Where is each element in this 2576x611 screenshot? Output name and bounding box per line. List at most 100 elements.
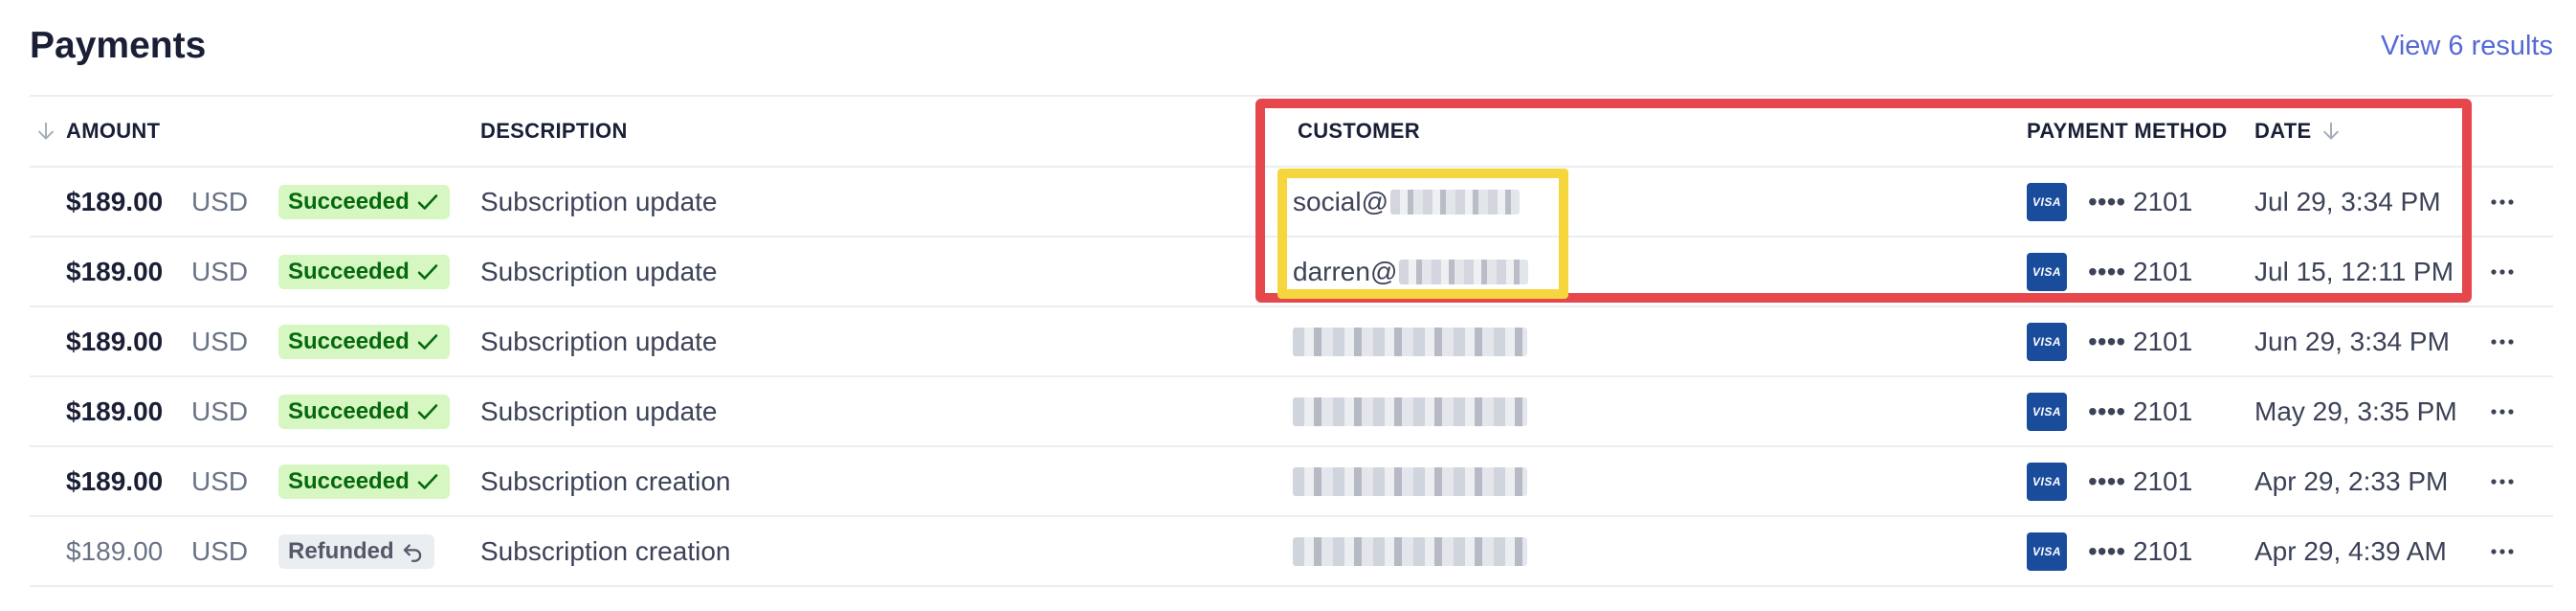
row-menu-button[interactable] (2487, 377, 2518, 445)
card-last4: •••• 2101 (2088, 396, 2193, 426)
customer-email: darren@ (1293, 256, 1398, 286)
status-label: Refunded (288, 537, 394, 564)
date-text: Jul 15, 12:11 PM (2254, 256, 2454, 286)
row-menu-button[interactable] (2487, 238, 2518, 306)
status-badge[interactable]: Succeeded (278, 394, 450, 429)
amount-value: $189.00 (66, 465, 164, 496)
more-horizontal-icon (2491, 268, 2514, 275)
redacted-customer (1293, 327, 1527, 356)
status-label: Succeeded (288, 258, 410, 284)
column-header-customer-label: CUSTOMER (1298, 119, 1420, 143)
payment-method-cell: VISA •••• 2101 (2027, 307, 2192, 375)
visa-card-icon: VISA (2027, 462, 2067, 501)
arrow-down-icon (2323, 122, 2340, 140)
customer-cell[interactable] (1293, 377, 1527, 445)
column-header-description-label: DESCRIPTION (480, 119, 628, 143)
date-text: Jul 29, 3:34 PM (2254, 186, 2441, 216)
currency-code: USD (191, 396, 249, 426)
column-header-customer[interactable]: CUSTOMER (1298, 97, 1420, 166)
customer-email: social@ (1293, 186, 1389, 216)
column-header-payment-method-label: PAYMENT METHOD (2027, 119, 2228, 143)
date-text: Jun 29, 3:34 PM (2254, 326, 2450, 356)
view-results-link[interactable]: View 6 results (2381, 29, 2553, 63)
column-header-payment-method[interactable]: PAYMENT METHOD (2027, 97, 2228, 166)
more-horizontal-icon (2491, 408, 2514, 415)
card-last4: •••• 2101 (2088, 535, 2193, 566)
arrow-down-icon (38, 122, 54, 140)
payment-method-cell: VISA •••• 2101 (2027, 517, 2192, 585)
customer-cell[interactable] (1293, 307, 1527, 375)
redacted-email-domain (1390, 189, 1521, 215)
page-title: Payments (30, 25, 207, 66)
column-header-description[interactable]: DESCRIPTION (480, 97, 628, 166)
customer-cell[interactable] (1293, 447, 1527, 515)
row-menu-button[interactable] (2487, 168, 2518, 236)
more-horizontal-icon (2491, 548, 2514, 554)
description-text: Subscription creation (480, 465, 731, 496)
table-row[interactable]: $189.00 USD Succeeded Subscription updat… (30, 168, 2553, 238)
table-row[interactable]: $189.00 USD Refunded Subscription creati… (30, 517, 2553, 587)
row-menu-button[interactable] (2487, 447, 2518, 515)
status-label: Succeeded (288, 188, 410, 215)
redacted-email-domain (1399, 259, 1529, 284)
check-icon (417, 263, 437, 280)
currency-code: USD (191, 186, 249, 216)
more-horizontal-icon (2491, 478, 2514, 485)
check-icon (417, 473, 437, 489)
visa-card-icon: VISA (2027, 392, 2067, 431)
customer-cell[interactable]: darren@ (1293, 238, 1529, 306)
description-text: Subscription update (480, 256, 718, 286)
card-last4: •••• 2101 (2088, 186, 2193, 216)
table-row[interactable]: $189.00 USD Succeeded Subscription updat… (30, 307, 2553, 377)
amount-value: $189.00 (66, 326, 164, 356)
status-badge[interactable]: Succeeded (278, 324, 450, 359)
table-row[interactable]: $189.00 USD Succeeded Subscription creat… (30, 447, 2553, 517)
date-text: Apr 29, 2:33 PM (2254, 465, 2449, 496)
card-last4: •••• 2101 (2088, 465, 2193, 496)
column-header-date[interactable]: DATE (2254, 97, 2342, 166)
currency-code: USD (191, 256, 249, 286)
amount-value: $189.00 (66, 256, 164, 286)
currency-code: USD (191, 465, 249, 496)
status-badge[interactable]: Succeeded (278, 254, 450, 289)
status-cell: Succeeded (278, 447, 450, 515)
customer-cell[interactable] (1293, 517, 1527, 585)
table-row[interactable]: $189.00 USD Succeeded Subscription updat… (30, 377, 2553, 447)
table-row[interactable]: $189.00 USD Succeeded Subscription updat… (30, 238, 2553, 307)
description-text: Subscription update (480, 396, 718, 426)
status-badge[interactable]: Succeeded (278, 184, 450, 219)
card-last4: •••• 2101 (2088, 326, 2193, 356)
more-horizontal-icon (2491, 338, 2514, 345)
status-cell: Succeeded (278, 377, 450, 445)
amount-value: $189.00 (66, 396, 164, 426)
redacted-customer (1293, 396, 1527, 426)
check-icon (417, 403, 437, 419)
status-badge[interactable]: Refunded (278, 533, 434, 569)
description-text: Subscription creation (480, 535, 731, 566)
check-icon (417, 193, 437, 210)
undo-arrow-icon (403, 543, 421, 562)
column-header-amount[interactable]: AMOUNT (35, 97, 160, 166)
currency-code: USD (191, 535, 249, 566)
payments-table: AMOUNT DESCRIPTION CUSTOMER PAYMENT METH… (30, 97, 2553, 587)
status-label: Succeeded (288, 467, 410, 494)
amount-value: $189.00 (66, 535, 164, 566)
date-text: Apr 29, 4:39 AM (2254, 535, 2447, 566)
visa-card-icon: VISA (2027, 182, 2067, 221)
more-horizontal-icon (2491, 198, 2514, 205)
visa-card-icon: VISA (2027, 532, 2067, 571)
payment-method-cell: VISA •••• 2101 (2027, 447, 2192, 515)
visa-card-icon: VISA (2027, 322, 2067, 361)
customer-cell[interactable]: social@ (1293, 168, 1521, 236)
date-text: May 29, 3:35 PM (2254, 396, 2457, 426)
status-cell: Succeeded (278, 168, 450, 236)
column-header-date-label: DATE (2254, 119, 2312, 143)
payment-method-cell: VISA •••• 2101 (2027, 238, 2192, 306)
payment-method-cell: VISA •••• 2101 (2027, 377, 2192, 445)
currency-code: USD (191, 326, 249, 356)
amount-value: $189.00 (66, 186, 164, 216)
check-icon (417, 333, 437, 350)
row-menu-button[interactable] (2487, 307, 2518, 375)
row-menu-button[interactable] (2487, 517, 2518, 585)
status-badge[interactable]: Succeeded (278, 464, 450, 499)
